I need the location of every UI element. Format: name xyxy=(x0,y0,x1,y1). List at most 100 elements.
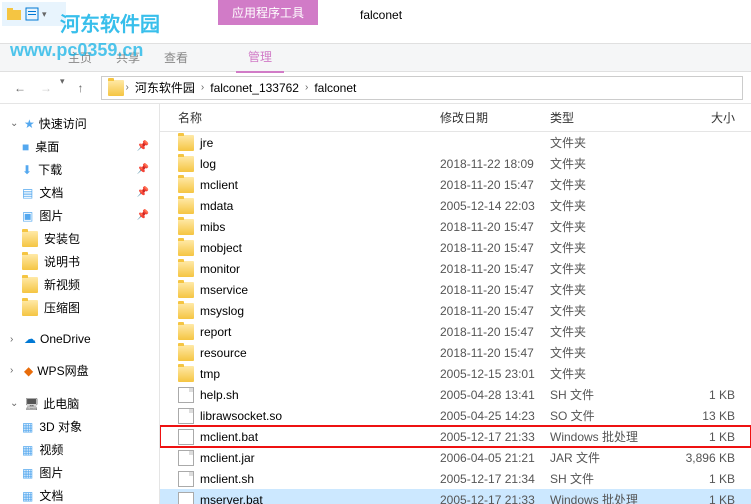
chevron-right-icon[interactable]: › xyxy=(10,334,20,345)
file-type: JAR 文件 xyxy=(550,449,675,466)
file-list[interactable]: jre文件夹log2018-11-22 18:09文件夹mclient2018-… xyxy=(160,132,751,504)
column-name[interactable]: 名称 xyxy=(178,109,440,126)
sidebar-item[interactable]: 说明书 xyxy=(0,250,159,273)
folder-icon xyxy=(178,156,194,172)
column-size[interactable]: 大小 xyxy=(675,109,735,126)
file-row[interactable]: mobject2018-11-20 15:47文件夹 xyxy=(160,237,751,258)
chevron-right-icon[interactable]: › xyxy=(10,365,20,376)
ribbon-tab-view[interactable]: 查看 xyxy=(164,49,188,66)
file-date: 2018-11-20 15:47 xyxy=(440,346,550,360)
file-type: 文件夹 xyxy=(550,344,675,361)
file-row[interactable]: mserver.bat2005-12-17 21:33Windows 批处理1 … xyxy=(160,489,751,504)
thispc-header[interactable]: ⌄ 🖥 此电脑 xyxy=(0,392,159,415)
sidebar-item[interactable]: ▦图片 xyxy=(0,461,159,484)
ribbon-tab-home[interactable]: 主页 xyxy=(68,49,92,66)
file-row[interactable]: mclient2018-11-20 15:47文件夹 xyxy=(160,174,751,195)
file-row[interactable]: msyslog2018-11-20 15:47文件夹 xyxy=(160,300,751,321)
file-row[interactable]: help.sh2005-04-28 13:41SH 文件1 KB xyxy=(160,384,751,405)
window-title: falconet xyxy=(340,4,422,28)
file-name: msyslog xyxy=(200,304,440,318)
file-row[interactable]: mclient.jar2006-04-05 21:21JAR 文件3,896 K… xyxy=(160,447,751,468)
context-tab-group[interactable]: 应用程序工具 xyxy=(218,0,318,25)
file-row[interactable]: mservice2018-11-20 15:47文件夹 xyxy=(160,279,751,300)
quick-access-header[interactable]: ⌄ ★ 快速访问 xyxy=(0,112,159,135)
file-type: Windows 批处理 xyxy=(550,491,675,504)
file-row[interactable]: monitor2018-11-20 15:47文件夹 xyxy=(160,258,751,279)
back-button[interactable]: ← xyxy=(8,76,32,100)
history-dropdown-icon[interactable]: ▾ xyxy=(60,76,65,100)
sidebar-item-label: 新视频 xyxy=(44,276,80,293)
sidebar-item[interactable]: ▦ 文档 xyxy=(0,484,159,504)
file-row[interactable]: mibs2018-11-20 15:47文件夹 xyxy=(160,216,751,237)
breadcrumb-item[interactable]: falconet xyxy=(310,79,360,97)
sidebar-item[interactable]: ▦3D 对象 xyxy=(0,415,159,438)
file-row[interactable]: jre文件夹 xyxy=(160,132,751,153)
file-date: 2005-12-15 23:01 xyxy=(440,367,550,381)
chevron-down-icon[interactable]: ▾ xyxy=(42,9,47,20)
picture-icon: ▣ xyxy=(22,209,33,223)
file-date: 2005-04-25 14:23 xyxy=(440,409,550,423)
file-row[interactable]: mclient.bat2005-12-17 21:33Windows 批处理1 … xyxy=(160,426,751,447)
properties-icon[interactable] xyxy=(24,6,40,22)
breadcrumb-item[interactable]: 河东软件园 xyxy=(131,77,199,98)
title-tabs: 应用程序工具 xyxy=(218,0,318,43)
chevron-right-icon[interactable]: › xyxy=(126,82,129,93)
file-icon xyxy=(178,408,194,424)
file-row[interactable]: mdata2005-12-14 22:03文件夹 xyxy=(160,195,751,216)
sidebar-item[interactable]: ▦视频 xyxy=(0,438,159,461)
folder-icon xyxy=(178,240,194,256)
breadcrumb[interactable]: › 河东软件园 › falconet_133762 › falconet xyxy=(101,76,743,100)
system-folder-icon: ▦ xyxy=(22,489,33,503)
onedrive-header[interactable]: › ☁ OneDrive xyxy=(0,329,159,349)
wps-header[interactable]: › ◆ WPS网盘 xyxy=(0,359,159,382)
file-type: 文件夹 xyxy=(550,197,675,214)
sidebar-item-label: 文档 xyxy=(39,487,63,504)
column-date[interactable]: 修改日期 xyxy=(440,109,550,126)
folder-icon xyxy=(178,135,194,151)
file-date: 2018-11-20 15:47 xyxy=(440,262,550,276)
chevron-down-icon[interactable]: ⌄ xyxy=(10,398,20,409)
sidebar-item[interactable]: ⬇下载📌 xyxy=(0,158,159,181)
file-row[interactable]: log2018-11-22 18:09文件夹 xyxy=(160,153,751,174)
file-date: 2006-04-05 21:21 xyxy=(440,451,550,465)
cloud-icon: ☁ xyxy=(24,332,36,346)
column-type[interactable]: 类型 xyxy=(550,109,675,126)
thispc-label: 此电脑 xyxy=(43,395,79,412)
file-type: 文件夹 xyxy=(550,281,675,298)
file-name: log xyxy=(200,157,440,171)
file-size: 1 KB xyxy=(675,388,735,402)
forward-button[interactable]: → xyxy=(34,76,58,100)
ribbon-tab-share[interactable]: 共享 xyxy=(116,49,140,66)
file-type: SO 文件 xyxy=(550,407,675,424)
pc-icon: 🖥 xyxy=(24,397,39,411)
download-icon: ⬇ xyxy=(22,163,32,177)
up-button[interactable]: ↑ xyxy=(69,76,93,100)
file-type: 文件夹 xyxy=(550,302,675,319)
file-row[interactable]: report2018-11-20 15:47文件夹 xyxy=(160,321,751,342)
chevron-right-icon[interactable]: › xyxy=(201,82,204,93)
sidebar-item[interactable]: 新视频 xyxy=(0,273,159,296)
ribbon-tab-manage[interactable]: 管理 xyxy=(236,42,284,73)
chevron-right-icon[interactable]: › xyxy=(305,82,308,93)
folder-icon xyxy=(178,198,194,214)
sidebar-item[interactable]: ▣图片📌 xyxy=(0,204,159,227)
system-folder-icon: ▦ xyxy=(22,466,33,480)
sidebar-item[interactable]: 安装包 xyxy=(0,227,159,250)
file-row[interactable]: tmp2005-12-15 23:01文件夹 xyxy=(160,363,751,384)
breadcrumb-item[interactable]: falconet_133762 xyxy=(206,79,303,97)
file-row[interactable]: librawsocket.so2005-04-25 14:23SO 文件13 K… xyxy=(160,405,751,426)
sidebar-item[interactable]: ■桌面📌 xyxy=(0,135,159,158)
file-name: mclient.sh xyxy=(200,472,440,486)
file-row[interactable]: resource2018-11-20 15:47文件夹 xyxy=(160,342,751,363)
file-size: 1 KB xyxy=(675,430,735,444)
file-name: mservice xyxy=(200,283,440,297)
folder-icon xyxy=(178,303,194,319)
sidebar-item[interactable]: ▤文档📌 xyxy=(0,181,159,204)
file-type: 文件夹 xyxy=(550,134,675,151)
sidebar-item[interactable]: 压缩图 xyxy=(0,296,159,319)
navigation-pane[interactable]: ⌄ ★ 快速访问 ■桌面📌⬇下载📌▤文档📌▣图片📌安装包说明书新视频压缩图 › … xyxy=(0,104,160,504)
chevron-down-icon[interactable]: ⌄ xyxy=(10,118,20,129)
file-type: 文件夹 xyxy=(550,155,675,172)
file-row[interactable]: mclient.sh2005-12-17 21:34SH 文件1 KB xyxy=(160,468,751,489)
pin-icon: 📌 xyxy=(137,187,149,198)
